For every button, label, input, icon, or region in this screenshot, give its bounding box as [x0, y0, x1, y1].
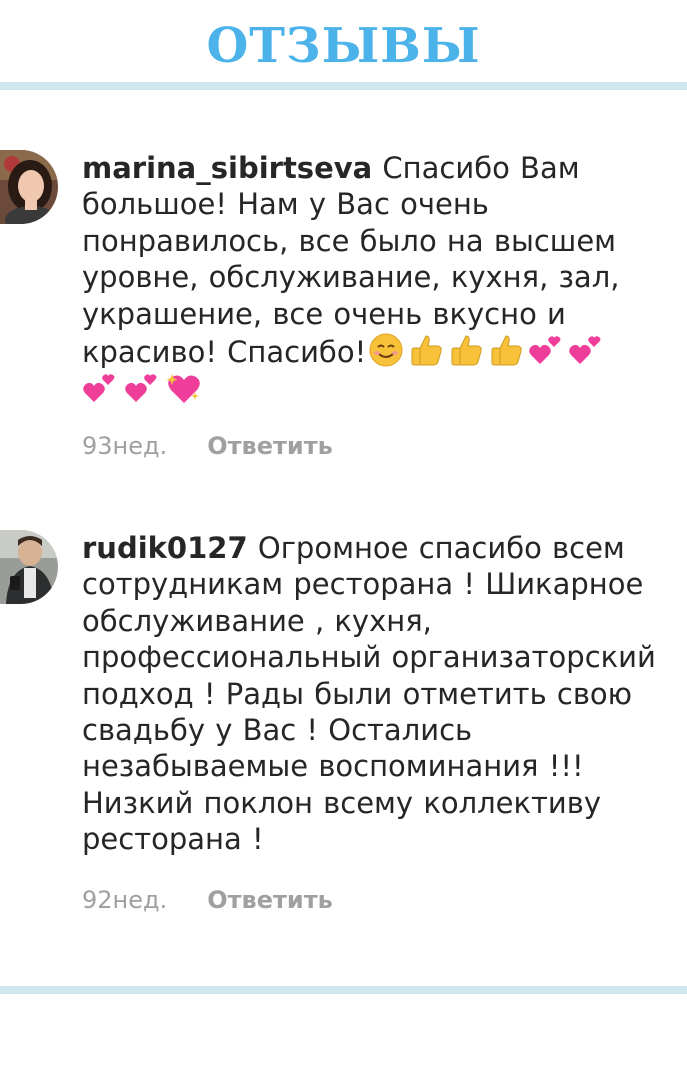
two-hearts-emoji-icon: [568, 332, 604, 368]
two-hearts-emoji-icon: [82, 370, 118, 406]
comment-line: красиво! Спасибо!: [82, 335, 367, 370]
username-link[interactable]: rudik0127: [82, 531, 248, 565]
comment-timestamp: 92нед.: [82, 886, 168, 914]
thumbs-up-emoji-icon: [448, 332, 484, 368]
comment-line: большое! Нам у Вас очень: [82, 187, 489, 222]
comment-timestamp: 93нед.: [82, 432, 168, 460]
top-divider: [0, 82, 687, 90]
comment-line: понравилось, все было на высшем: [82, 223, 617, 258]
comment-line: подход ! Рады были отметить свою: [82, 676, 633, 711]
two-hearts-emoji-icon: [528, 332, 564, 368]
thumbs-up-emoji-icon: [488, 332, 524, 368]
reply-button[interactable]: Ответить: [207, 886, 333, 914]
comment-line: сотрудникам ресторана ! Шикарное: [82, 567, 644, 602]
sparkling-heart-emoji-icon: [166, 370, 202, 406]
comment-meta: 92нед. Ответить: [82, 886, 333, 914]
bottom-divider: [0, 986, 687, 994]
comment-text: rudik0127 Огромное спасибо всем сотрудни…: [82, 530, 687, 858]
comment-line: профессиональный организаторский: [82, 640, 656, 675]
thumbs-up-emoji-icon: [408, 332, 444, 368]
comment-meta: 93нед. Ответить: [82, 432, 333, 460]
username-link[interactable]: marina_sibirtseva: [82, 151, 372, 185]
comment-line: Огромное спасибо всем: [247, 531, 625, 565]
comment-line: уровне, обслуживание, кухня, зал,: [82, 260, 620, 295]
page-title: ОТЗЫВЫ: [206, 18, 481, 74]
avatar[interactable]: [0, 150, 58, 224]
smiling-face-emoji-icon: [368, 332, 404, 368]
comment-line: незабываемые воспоминания !!!: [82, 749, 584, 784]
comment-body: rudik0127 Огромное спасибо всем сотрудни…: [82, 530, 687, 858]
comment-body: marina_sibirtseva Спасибо Вам большое! Н…: [82, 150, 687, 406]
comment-line: обслуживание , кухня,: [82, 603, 432, 638]
avatar[interactable]: [0, 530, 58, 604]
two-hearts-emoji-icon: [124, 370, 160, 406]
comment-text: marina_sibirtseva Спасибо Вам большое! Н…: [82, 150, 687, 370]
emoji-row: [82, 370, 687, 406]
comment-line: Низкий поклон всему коллективу: [82, 785, 601, 820]
comment-line: ресторана !: [82, 822, 264, 857]
comment-line: украшение, все очень вкусно и: [82, 296, 566, 331]
comment-line: Спасибо Вам: [372, 151, 580, 185]
reply-button[interactable]: Ответить: [207, 432, 333, 460]
comment-line: свадьбу у Вас ! Остались: [82, 713, 473, 748]
